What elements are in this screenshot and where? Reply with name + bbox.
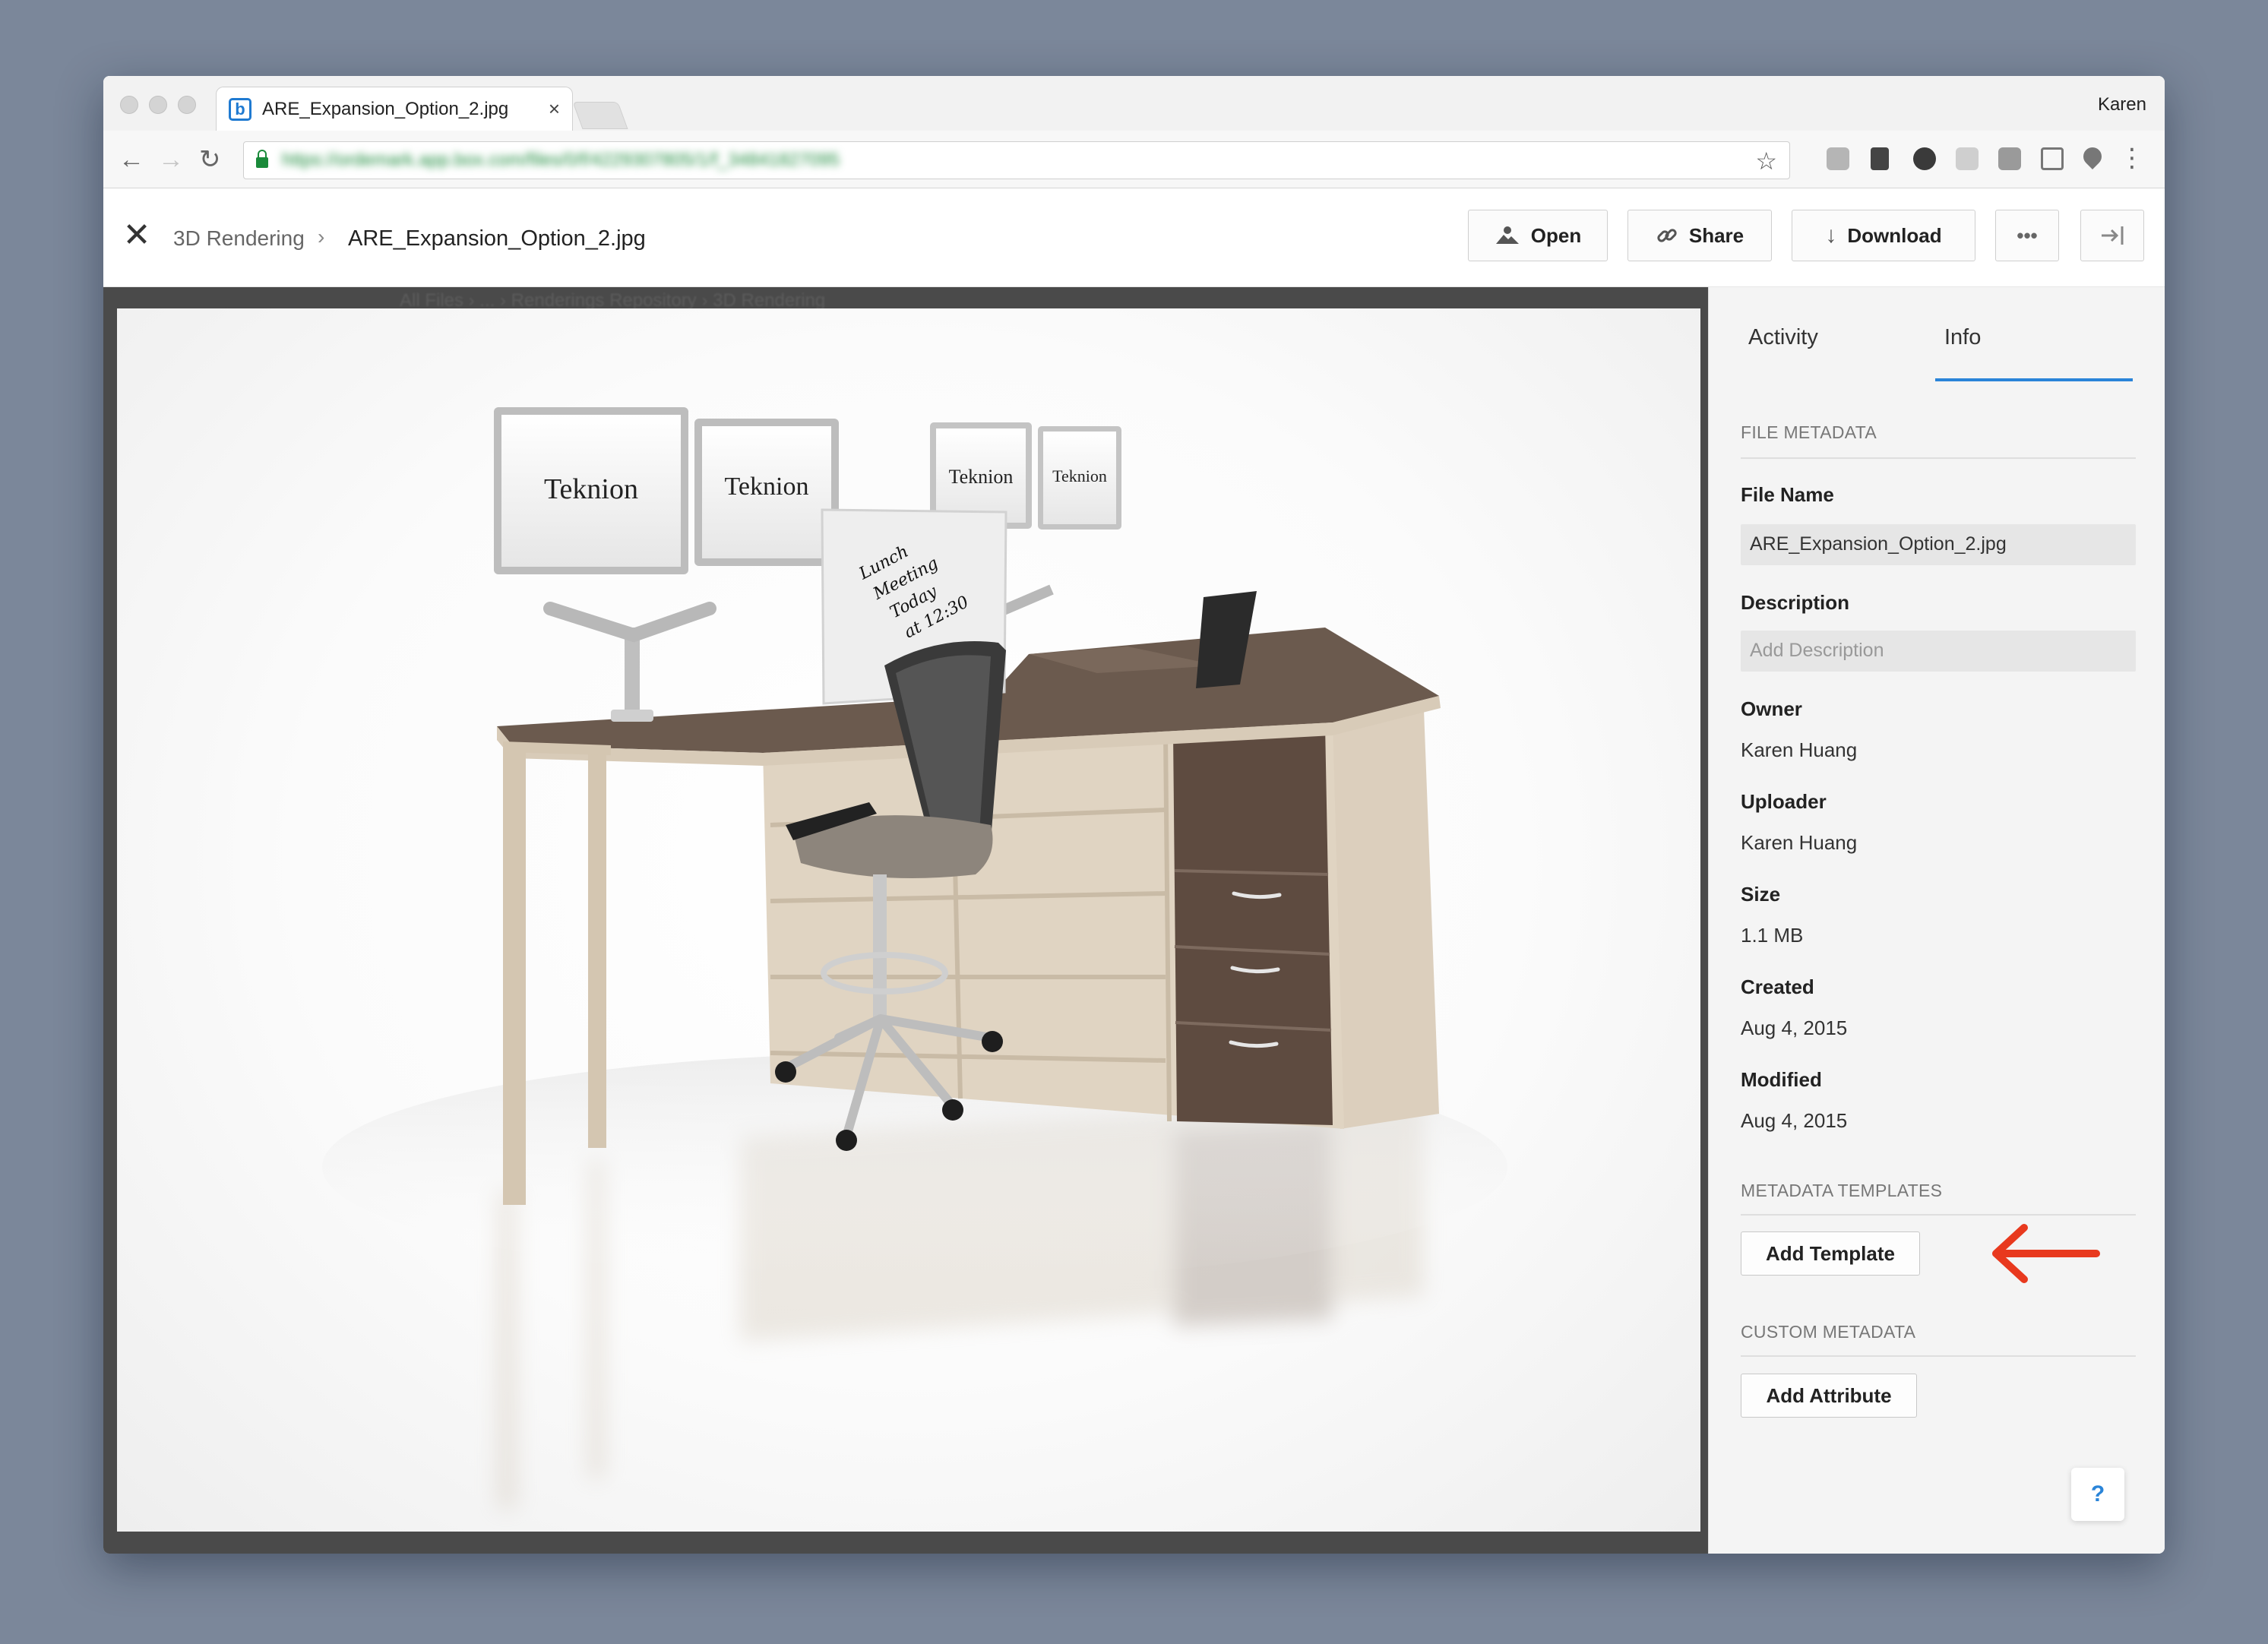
tab-strip: b ARE_Expansion_Option_2.jpg × Karen	[103, 76, 2165, 131]
address-bar[interactable]: https://ordemark.app.box.com/files/0/f/4…	[243, 141, 1790, 179]
browser-toolbar: ← → ↻ https://ordemark.app.box.com/files…	[103, 131, 2165, 188]
uploader-value: Karen Huang	[1741, 831, 1858, 854]
back-arrow-icon[interactable]: ←	[119, 144, 144, 175]
cabinet-side	[1329, 703, 1439, 1129]
monitor-brand-4: Teknion	[1052, 466, 1107, 485]
browser-tab[interactable]: b ARE_Expansion_Option_2.jpg ×	[216, 87, 573, 131]
download-label: Download	[1847, 223, 1942, 247]
preview-area: All Files › ... › Renderings Repository …	[103, 287, 1708, 1554]
description-field[interactable]: Add Description	[1741, 631, 2136, 672]
toggle-sidebar-button[interactable]	[2080, 210, 2144, 261]
breadcrumb-parent[interactable]: 3D Rendering	[173, 226, 305, 251]
size-value: 1.1 MB	[1741, 924, 1804, 947]
window-close-button[interactable]	[120, 96, 138, 114]
bookmark-star-icon[interactable]: ☆	[1755, 147, 1777, 175]
tab-title: ARE_Expansion_Option_2.jpg	[262, 98, 509, 119]
url-text: https://ordemark.app.box.com/files/0/f/4…	[282, 150, 840, 170]
cabinet-drawers	[1173, 725, 1333, 1125]
file-name-label: File Name	[1741, 483, 1834, 506]
profile-name[interactable]: Karen	[2098, 94, 2146, 115]
desk-rendering-image: Teknion Teknion Teknion Teknion Lunch Me…	[322, 407, 1507, 1509]
link-icon	[1657, 229, 1677, 242]
window-minimize-button[interactable]	[149, 96, 167, 114]
add-template-button[interactable]: Add Template	[1741, 1231, 1920, 1276]
share-button[interactable]: Share	[1627, 210, 1772, 261]
extension-w-icon[interactable]	[1956, 147, 1979, 170]
browser-window: b ARE_Expansion_Option_2.jpg × Karen ← →…	[103, 76, 2165, 1554]
extension-1-icon[interactable]	[1827, 147, 1849, 170]
image-preview[interactable]: Teknion Teknion Teknion Teknion Lunch Me…	[117, 308, 1700, 1532]
info-sidebar: Activity Info FILE METADATA File Name AR…	[1708, 287, 2165, 1554]
collapse-sidebar-icon	[2102, 226, 2124, 245]
monitor-brand-3: Teknion	[949, 466, 1014, 488]
file-name-field[interactable]: ARE_Expansion_Option_2.jpg	[1741, 524, 2136, 565]
new-tab-button[interactable]	[572, 102, 628, 129]
help-button[interactable]: ?	[2071, 1468, 2124, 1521]
breadcrumb-chevron-icon: ›	[318, 225, 325, 248]
tab-info[interactable]: Info	[1944, 325, 1981, 350]
custom-metadata-title: CUSTOM METADATA	[1741, 1322, 1916, 1342]
created-value: Aug 4, 2015	[1741, 1016, 1848, 1039]
breadcrumb-current: ARE_Expansion_Option_2.jpg	[348, 226, 646, 251]
add-attribute-button[interactable]: Add Attribute	[1741, 1374, 1917, 1418]
download-arrow-icon: ↓	[1825, 223, 1837, 248]
monitor-brand-1: Teknion	[544, 473, 638, 505]
owner-label: Owner	[1741, 697, 1802, 720]
reload-icon[interactable]: ↻	[199, 144, 221, 175]
modified-value: Aug 4, 2015	[1741, 1109, 1848, 1132]
image-icon	[1495, 226, 1519, 244]
created-label: Created	[1741, 975, 1814, 998]
browser-menu-icon[interactable]: ⋮	[2119, 143, 2145, 173]
preview-header: ✕ 3D Rendering › ARE_Expansion_Option_2.…	[103, 188, 2165, 287]
owner-value: Karen Huang	[1741, 738, 1858, 761]
active-tab-indicator	[1935, 378, 2133, 381]
metadata-templates-title: METADATA TEMPLATES	[1741, 1181, 1943, 1200]
cast-icon[interactable]	[2041, 147, 2064, 170]
description-label: Description	[1741, 591, 1850, 614]
file-metadata-title: FILE METADATA	[1741, 422, 1877, 442]
monitor-brand-2: Teknion	[725, 473, 809, 501]
forward-arrow-icon[interactable]: →	[158, 144, 184, 175]
lock-icon	[256, 150, 268, 168]
extension-pocket-icon[interactable]	[1998, 147, 2021, 170]
more-dots-icon: •••	[2017, 223, 2038, 247]
download-button[interactable]: ↓ Download	[1792, 210, 1975, 261]
close-preview-icon[interactable]: ✕	[122, 219, 152, 252]
uploader-label: Uploader	[1741, 790, 1827, 813]
modified-label: Modified	[1741, 1068, 1822, 1091]
share-label: Share	[1688, 223, 1744, 247]
extension-drop-icon[interactable]	[2080, 144, 2105, 169]
box-favicon-icon: b	[229, 97, 251, 121]
tab-close-icon[interactable]: ×	[549, 97, 560, 121]
extension-play-icon[interactable]	[1913, 147, 1936, 170]
window-zoom-button[interactable]	[178, 96, 196, 114]
extension-2-icon[interactable]	[1871, 147, 1889, 170]
open-label: Open	[1530, 223, 1582, 247]
more-options-button[interactable]: •••	[1995, 210, 2059, 261]
open-button[interactable]: Open	[1468, 210, 1608, 261]
tab-activity[interactable]: Activity	[1748, 325, 1818, 350]
size-label: Size	[1741, 883, 1781, 906]
red-arrow-annotation-icon	[1992, 1224, 2100, 1283]
